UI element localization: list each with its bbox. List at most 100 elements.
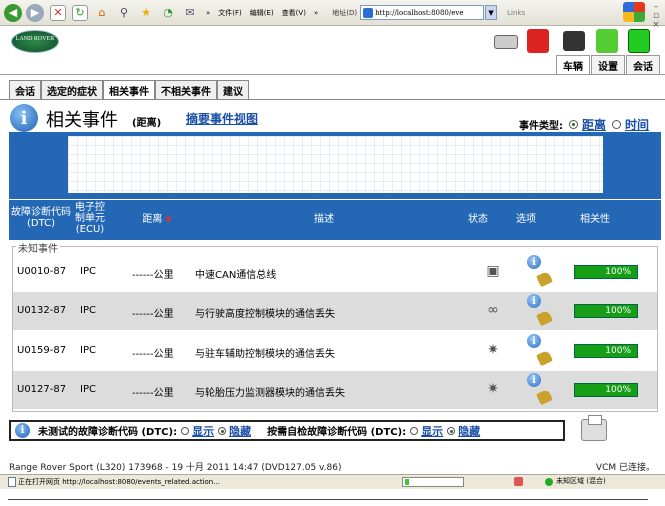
row-distance: ------公里	[132, 388, 174, 399]
forward-icon[interactable]: ▶	[26, 3, 44, 22]
info-icon[interactable]: i	[15, 423, 30, 438]
sub-tabs: 会话 选定的症状 相关事件 不相关事件 建议	[9, 80, 249, 100]
self-test-hide-radio[interactable]	[447, 426, 456, 435]
distance-radio[interactable]	[569, 120, 578, 129]
refresh-icon[interactable]: ↻	[72, 4, 88, 21]
subtab-recommendations[interactable]: 建议	[217, 80, 249, 99]
row-ecu: IPC	[80, 345, 96, 356]
subtab-session[interactable]: 会话	[9, 80, 41, 99]
window-controls[interactable]: – ▫ ×	[649, 3, 663, 30]
header-relevance[interactable]: 相关性	[575, 214, 615, 225]
menu-file[interactable]: 文件(F)	[218, 8, 242, 18]
pin-icon[interactable]	[536, 270, 553, 288]
security-icon	[514, 477, 523, 486]
relevance-bar: 100%	[574, 265, 638, 279]
table-row[interactable]: U0159-87 IPC ------公里 与驻车辅助控制模块的通信丢失 ✷ i…	[13, 332, 657, 370]
table-row[interactable]: U0010-87 IPC ------公里 中速CAN通信总线 ▣ i 100%	[13, 253, 657, 291]
address-dropdown-icon[interactable]: ▼	[485, 5, 498, 20]
header-options[interactable]: 选项	[511, 214, 541, 225]
row-description: 与轮胎压力监测器模块的通信丢失	[195, 388, 345, 399]
pin-icon[interactable]	[536, 349, 553, 367]
self-test-show-link[interactable]: 显示	[421, 423, 443, 439]
relevance-bar: 100%	[574, 304, 638, 318]
subtab-unrelated-events[interactable]: 不相关事件	[155, 80, 217, 99]
stop-icon[interactable]: ✕	[50, 4, 66, 21]
info-icon[interactable]: i	[10, 104, 38, 132]
link-broken-icon[interactable]: ✷	[483, 381, 503, 397]
pin-icon[interactable]	[536, 388, 553, 406]
link-broken-icon[interactable]: ∞	[483, 302, 503, 318]
table-row[interactable]: U0132-87 IPC ------公里 与行驶高度控制模块的通信丢失 ∞ i…	[13, 292, 657, 330]
info-icon[interactable]: i	[527, 255, 541, 269]
app-header: LAND ROVER 车辆 设置 会话	[0, 27, 665, 75]
address-input[interactable]: http://localhost:8080/eve	[360, 5, 485, 20]
menu-view[interactable]: 查看(V)	[282, 8, 306, 18]
subtab-related-events[interactable]: 相关事件	[103, 80, 155, 99]
toolbar-chevron[interactable]: »	[206, 9, 210, 17]
row-description: 与行驶高度控制模块的通信丢失	[195, 309, 335, 320]
header-ecu[interactable]: 电子控制单元 (ECU)	[75, 202, 105, 235]
info-icon[interactable]: i	[527, 334, 541, 348]
battery-icon[interactable]	[563, 31, 585, 51]
search-icon[interactable]: ⚲	[116, 5, 132, 21]
tab-session[interactable]: 会话	[626, 55, 660, 75]
favorites-icon[interactable]: ★	[138, 5, 154, 21]
row-distance: ------公里	[132, 270, 174, 281]
menu-chevron[interactable]: »	[314, 9, 318, 17]
untested-hide-link[interactable]: 隐藏	[229, 423, 251, 439]
subtab-selected-symptoms[interactable]: 选定的症状	[41, 80, 103, 99]
pin-icon[interactable]	[536, 309, 553, 327]
back-icon[interactable]: ◀	[4, 3, 22, 22]
page-subtitle: (距离)	[132, 118, 162, 129]
sort-descending-icon: ▼	[165, 215, 172, 224]
self-test-show-radio[interactable]	[410, 426, 419, 435]
ie-page-icon	[363, 8, 374, 18]
time-link[interactable]: 时间	[625, 116, 649, 133]
distance-link[interactable]: 距离	[582, 116, 606, 133]
history-icon[interactable]: ◔	[160, 5, 176, 21]
header-status[interactable]: 状态	[463, 214, 493, 225]
info-icon[interactable]: i	[527, 373, 541, 387]
toolbox-icon[interactable]	[596, 29, 618, 53]
table-row[interactable]: U0127-87 IPC ------公里 与轮胎压力监测器模块的通信丢失 ✷ …	[13, 371, 657, 409]
tab-vehicle[interactable]: 车辆	[556, 55, 590, 75]
header-description[interactable]: 描述	[299, 214, 349, 225]
links-label[interactable]: Links	[507, 9, 525, 17]
header-dtc[interactable]: 故障诊断代码 (DTC)	[9, 207, 73, 229]
event-graph-grid[interactable]	[68, 136, 603, 193]
top-tabs: 车辆 设置 会话	[555, 55, 660, 75]
row-distance: ------公里	[132, 309, 174, 320]
page-loading-icon	[8, 477, 16, 487]
tab-settings[interactable]: 设置	[591, 55, 625, 75]
menu-edit[interactable]: 编辑(E)	[250, 8, 274, 18]
page-title: 相关事件	[46, 110, 118, 131]
self-test-dtc-label: 按需自检故障诊断代码 (DTC):	[267, 427, 407, 438]
info-icon[interactable]: i	[527, 294, 541, 308]
time-radio[interactable]	[612, 120, 622, 129]
home-icon[interactable]: ⌂	[94, 5, 110, 21]
row-dtc: U0127-87	[17, 384, 67, 395]
browser-toolbar: ◀ ▶ ✕ ↻ ⌂ ⚲ ★ ◔ ✉ » 文件(F) 编辑(E) 查看(V) » …	[0, 0, 665, 30]
row-ecu: IPC	[80, 384, 96, 395]
link-broken-icon[interactable]: ✷	[483, 342, 503, 358]
loading-progress	[402, 477, 464, 487]
header-distance[interactable]: 距离 ▼	[137, 214, 177, 225]
dtc-filter-bar: i 未测试的故障诊断代码 (DTC): 显示 隐藏 按需自检故障诊断代码 (DT…	[9, 420, 565, 441]
self-test-hide-link[interactable]: 隐藏	[458, 423, 480, 439]
mail-icon[interactable]: ✉	[182, 5, 198, 21]
untested-show-radio[interactable]	[181, 426, 190, 435]
vcm-status: VCM 已连接。	[595, 463, 655, 473]
vci-connector-icon[interactable]	[494, 35, 518, 49]
address-label: 地址(D)	[332, 8, 358, 17]
untested-show-link[interactable]: 显示	[192, 423, 214, 439]
network-icon[interactable]: ▣	[483, 263, 503, 279]
browser-statusbar: 正在打开网页 http://localhost:8080/events_rela…	[0, 474, 665, 489]
status-text: 正在打开网页 http://localhost:8080/events_rela…	[18, 478, 220, 486]
fuel-pump-icon[interactable]	[527, 29, 549, 53]
table-header: 故障诊断代码 (DTC) 电子控制单元 (ECU) 距离 ▼ 描述 状态 选项 …	[9, 200, 661, 240]
untested-hide-radio[interactable]	[218, 426, 227, 435]
session-check-icon[interactable]	[628, 29, 650, 53]
printer-icon[interactable]	[581, 415, 607, 441]
summary-view-link[interactable]: 摘要事件视图	[186, 110, 258, 127]
security-zone: 未知区域 (混合)	[556, 477, 606, 485]
